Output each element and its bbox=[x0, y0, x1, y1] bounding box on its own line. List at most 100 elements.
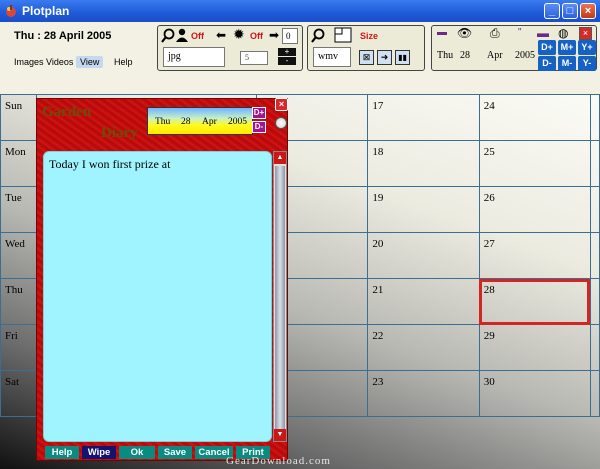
diary-year: 2005 bbox=[228, 117, 247, 127]
counter-field[interactable]: 5 bbox=[240, 51, 268, 65]
toolbar-year: 2005 bbox=[515, 50, 535, 61]
diary-save-button[interactable]: Save bbox=[158, 446, 192, 459]
stop-button[interactable]: ⊠ bbox=[359, 50, 374, 65]
weekday-label: Mon bbox=[0, 140, 37, 187]
day-cell bbox=[589, 140, 600, 187]
day-cell[interactable]: 25 bbox=[478, 140, 591, 187]
scroll-thumb[interactable] bbox=[275, 166, 285, 429]
frame-icon[interactable] bbox=[334, 27, 352, 43]
day-cell[interactable]: 27 bbox=[478, 232, 591, 279]
card-icon[interactable]: ▬ bbox=[537, 26, 549, 40]
day-cell[interactable]: 21 bbox=[367, 278, 480, 325]
diary-month: Apr bbox=[202, 117, 217, 127]
year-minus-button[interactable]: Y- bbox=[578, 56, 596, 71]
scroll-down-button[interactable]: ▼ bbox=[274, 429, 286, 441]
video-ext-field[interactable]: wmv bbox=[313, 47, 351, 67]
day-cell[interactable]: 24 bbox=[478, 94, 591, 141]
title-bar: Plotplan _ □ × bbox=[0, 0, 600, 22]
toolbar-date: 28 bbox=[460, 50, 470, 61]
window-title: Plotplan bbox=[22, 4, 70, 18]
plus-button[interactable]: + bbox=[278, 48, 296, 56]
day-cell[interactable]: 22 bbox=[367, 324, 480, 371]
gear-icon[interactable]: ✹ bbox=[233, 27, 245, 41]
diary-scrollbar[interactable]: ▲ ▼ bbox=[273, 151, 287, 442]
minus-button[interactable]: - bbox=[278, 57, 296, 65]
diary-day-plus-button[interactable]: D+ bbox=[252, 107, 266, 119]
diary-ok-button[interactable]: Ok bbox=[119, 446, 155, 459]
diary-date: 28 bbox=[181, 117, 191, 127]
day-cell[interactable]: 26 bbox=[478, 186, 591, 233]
magnifier-icon[interactable] bbox=[161, 28, 175, 44]
day-cell[interactable]: 23 bbox=[367, 370, 480, 417]
month-minus-button[interactable]: M- bbox=[558, 56, 576, 71]
app-icon bbox=[6, 5, 16, 17]
day-cell bbox=[589, 370, 600, 417]
weekday-label: Wed bbox=[0, 232, 37, 279]
maximize-button[interactable]: □ bbox=[562, 3, 578, 19]
day-cell[interactable]: 20 bbox=[367, 232, 480, 279]
day-minus-button[interactable]: D- bbox=[538, 56, 556, 71]
toolbar-day: Thu bbox=[437, 50, 454, 61]
pause-icon: ▮▮ bbox=[398, 53, 407, 62]
image-tools-group: Off ⬅ ✹ Off ➡ 0 jpg 5 + - bbox=[157, 25, 303, 71]
size-label[interactable]: Size bbox=[360, 31, 378, 41]
diary-note-area[interactable]: Today I won first prize at bbox=[43, 151, 272, 442]
diary-radio-button[interactable] bbox=[275, 117, 287, 129]
diary-date-panel: Thu 28 Apr 2005 bbox=[147, 107, 253, 135]
diary-day: Thu bbox=[155, 117, 171, 127]
day-cell[interactable]: 19 bbox=[367, 186, 480, 233]
diary-close-button[interactable]: × bbox=[275, 98, 288, 111]
diary-title-line2: Diary bbox=[101, 125, 138, 141]
garden-diary-window: Garden Diary Thu 28 Apr 2005 D+ D- × Tod… bbox=[36, 98, 288, 461]
scroll-up-button[interactable]: ▲ bbox=[274, 152, 286, 164]
day-cell[interactable]: 17 bbox=[367, 94, 480, 141]
diary-wipe-button[interactable]: Wipe bbox=[82, 446, 116, 459]
date-close-button[interactable]: × bbox=[579, 27, 592, 40]
weekday-label: Thu bbox=[0, 278, 37, 325]
image-ext-field[interactable]: jpg bbox=[163, 47, 225, 67]
arrow-right-icon[interactable]: ➡ bbox=[269, 28, 279, 42]
day-cell bbox=[589, 94, 600, 141]
pause-button[interactable]: ▮▮ bbox=[395, 50, 410, 65]
day-cell[interactable]: 29 bbox=[478, 324, 591, 371]
counter-top[interactable]: 0 bbox=[282, 28, 298, 44]
globe-icon[interactable]: ◍ bbox=[558, 26, 568, 40]
day-cell[interactable]: 30 bbox=[478, 370, 591, 417]
weekday-label: Tue bbox=[0, 186, 37, 233]
toolbar: Thu : 28 April 2005 Images Videos View H… bbox=[0, 22, 600, 94]
stop-icon: ⊠ bbox=[362, 52, 371, 62]
diary-icon[interactable]: ▬ bbox=[437, 26, 447, 40]
watermark: GearDownload.com bbox=[226, 455, 331, 467]
person-icon[interactable] bbox=[176, 28, 188, 42]
day-cell bbox=[589, 186, 600, 233]
day-plus-button[interactable]: D+ bbox=[538, 40, 556, 55]
day-cell[interactable]: 18 bbox=[367, 140, 480, 187]
toolbar-month: Apr bbox=[487, 50, 503, 61]
menu-videos[interactable]: Videos bbox=[42, 56, 77, 68]
year-plus-button[interactable]: Y+ bbox=[578, 40, 596, 55]
person-off-label: Off bbox=[191, 31, 204, 41]
diary-help-button[interactable]: Help bbox=[45, 446, 79, 459]
diary-day-minus-button[interactable]: D- bbox=[252, 121, 266, 133]
gear-off-label: Off bbox=[250, 31, 263, 41]
day-cell bbox=[589, 278, 600, 325]
arrow-left-icon[interactable]: ⬅ bbox=[216, 28, 226, 42]
weekday-label: Sun bbox=[0, 94, 37, 141]
minimize-button[interactable]: _ bbox=[544, 3, 560, 19]
video-magnifier-icon[interactable] bbox=[311, 28, 325, 44]
day-cell bbox=[589, 232, 600, 279]
weekday-label: Fri bbox=[0, 324, 37, 371]
close-button[interactable]: × bbox=[580, 3, 596, 19]
quote-icon[interactable]: " bbox=[518, 26, 522, 40]
menu-help[interactable]: Help bbox=[110, 56, 137, 68]
eye-icon[interactable]: 👁 bbox=[457, 26, 472, 40]
selected-day-cell[interactable]: 28 bbox=[478, 278, 591, 325]
current-date-text: Thu : 28 April 2005 bbox=[14, 30, 112, 42]
printer-icon[interactable]: ⎙ bbox=[490, 26, 500, 40]
play-icon: ➜ bbox=[380, 52, 389, 62]
diary-note-text[interactable]: Today I won first prize at bbox=[49, 157, 170, 172]
day-cell bbox=[589, 324, 600, 371]
play-button[interactable]: ➜ bbox=[377, 50, 392, 65]
menu-view[interactable]: View bbox=[76, 56, 104, 68]
month-plus-button[interactable]: M+ bbox=[558, 40, 576, 55]
